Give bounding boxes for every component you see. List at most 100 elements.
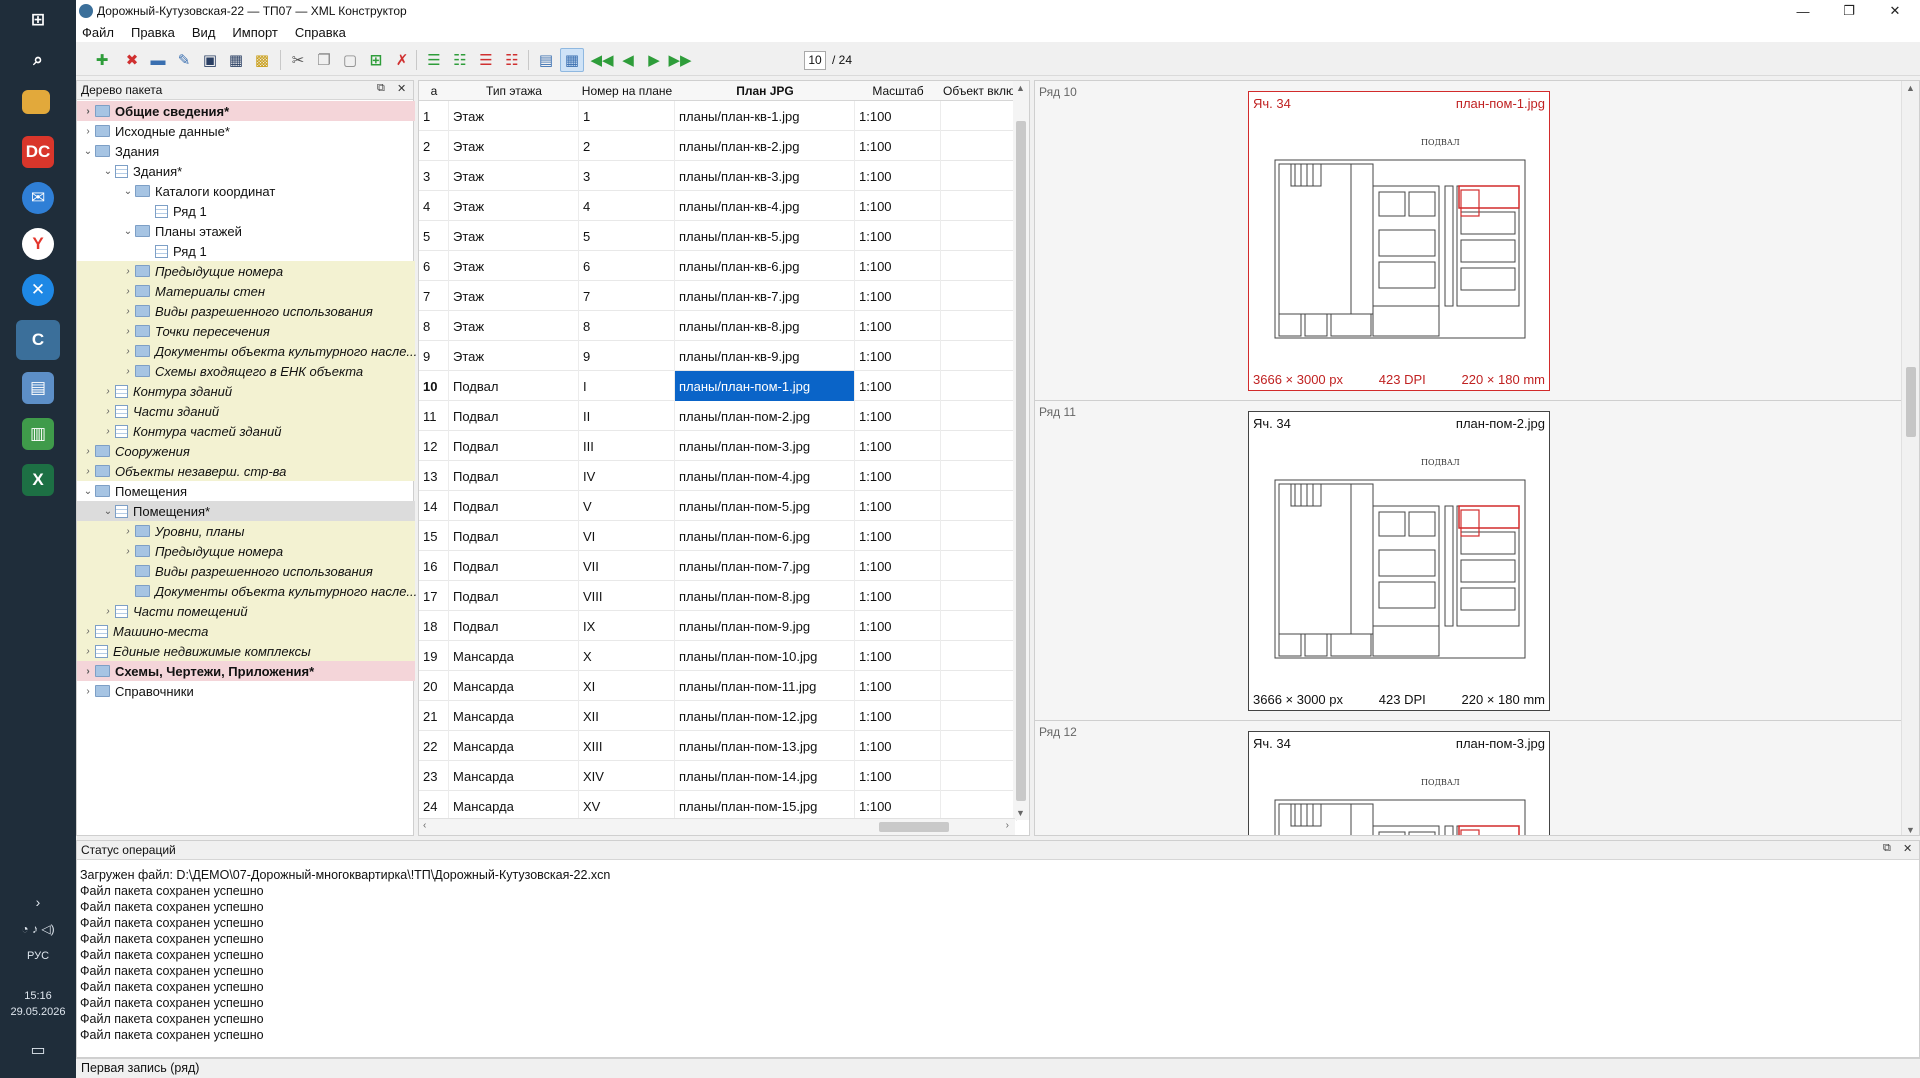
tree-item[interactable]: › Справочники bbox=[77, 681, 415, 701]
table-row[interactable]: 23 Мансарда XIV планы/план-пом-14.jpg 1:100 bbox=[419, 761, 1017, 791]
table-cell[interactable]: Подвал bbox=[449, 371, 579, 401]
column-header[interactable]: Масштаб bbox=[855, 81, 941, 101]
preview-row-cell[interactable]: Ряд 11 Яч. 34 план-пом-2.jpg ПОДВАЛ 3666 × 3… bbox=[1035, 401, 1901, 721]
table-cell[interactable]: 9 bbox=[579, 341, 675, 371]
clock-date[interactable]: 29.05.2026 bbox=[0, 1006, 76, 1018]
table-cell[interactable]: I bbox=[579, 371, 675, 401]
table-cell[interactable] bbox=[941, 581, 1017, 611]
table-cell[interactable]: планы/план-кв-6.jpg bbox=[675, 251, 855, 281]
table-cell[interactable]: 1:100 bbox=[855, 761, 941, 791]
table-cell[interactable]: Этаж bbox=[449, 341, 579, 371]
table-cell[interactable] bbox=[941, 341, 1017, 371]
chevron-right-icon[interactable]: › bbox=[121, 366, 135, 377]
table-row[interactable]: 24 Мансарда XV планы/план-пом-15.jpg 1:100 bbox=[419, 791, 1017, 821]
scroll-left-icon[interactable]: ‹ bbox=[423, 820, 426, 831]
table-cell[interactable]: 1:100 bbox=[855, 161, 941, 191]
tree-item[interactable]: › Предыдущие номера bbox=[77, 541, 415, 561]
table-cell[interactable]: планы/план-пом-7.jpg bbox=[675, 551, 855, 581]
table-cell[interactable]: 1:100 bbox=[855, 101, 941, 131]
table-cell[interactable]: VIII bbox=[579, 581, 675, 611]
table-cell[interactable] bbox=[941, 791, 1017, 821]
maximize-button[interactable]: ❐ bbox=[1826, 0, 1872, 22]
row-number[interactable]: 9 bbox=[419, 341, 449, 371]
chevron-right-icon[interactable]: › bbox=[81, 646, 95, 657]
table-cell[interactable]: 1:100 bbox=[855, 191, 941, 221]
tree-item[interactable]: › Документы объекта культурного насле... bbox=[77, 341, 417, 361]
chevron-down-icon[interactable]: ⌄ bbox=[81, 146, 95, 157]
row-number[interactable]: 22 bbox=[419, 731, 449, 761]
table-cell[interactable] bbox=[941, 161, 1017, 191]
table-row[interactable]: 8 Этаж 8 планы/план-кв-8.jpg 1:100 bbox=[419, 311, 1017, 341]
grid-hscroll-thumb[interactable] bbox=[879, 822, 949, 832]
column-header[interactable]: Номер на плане bbox=[579, 81, 675, 101]
row-number[interactable]: 2 bbox=[419, 131, 449, 161]
table-cell[interactable]: планы/план-пом-12.jpg bbox=[675, 701, 855, 731]
table-row[interactable]: 3 Этаж 3 планы/план-кв-3.jpg 1:100 bbox=[419, 161, 1017, 191]
prev-record-icon[interactable]: ◀ bbox=[616, 48, 640, 72]
close-button[interactable]: ✕ bbox=[1872, 0, 1918, 22]
table-cell[interactable]: 1:100 bbox=[855, 431, 941, 461]
table-cell[interactable] bbox=[941, 701, 1017, 731]
table-row[interactable]: 7 Этаж 7 планы/план-кв-7.jpg 1:100 bbox=[419, 281, 1017, 311]
table-cell[interactable] bbox=[941, 251, 1017, 281]
table-cell[interactable]: планы/план-пом-9.jpg bbox=[675, 611, 855, 641]
tree-item[interactable]: › Исходные данные* bbox=[77, 121, 415, 141]
notifications-icon[interactable]: ▭ bbox=[0, 1040, 76, 1060]
table-cell[interactable]: Подвал bbox=[449, 491, 579, 521]
table-cell[interactable]: планы/план-пом-6.jpg bbox=[675, 521, 855, 551]
table-cell[interactable]: Этаж bbox=[449, 161, 579, 191]
row-number[interactable]: 10 bbox=[419, 371, 449, 401]
float-panel-icon[interactable]: ⧉ bbox=[1883, 842, 1891, 855]
table-cell[interactable] bbox=[941, 431, 1017, 461]
xml-constructor-icon[interactable]: C bbox=[16, 320, 60, 360]
table-row[interactable]: 1 Этаж 1 планы/план-кв-1.jpg 1:100 bbox=[419, 101, 1017, 131]
chevron-right-icon[interactable]: › bbox=[81, 126, 95, 137]
clipboard-app-icon[interactable]: ▤ bbox=[22, 372, 54, 404]
table-cell[interactable] bbox=[941, 191, 1017, 221]
tree-item[interactable]: › Части помещений bbox=[77, 601, 415, 621]
table-row[interactable]: 13 Подвал IV планы/план-пом-4.jpg 1:100 bbox=[419, 461, 1017, 491]
table-cell[interactable] bbox=[941, 671, 1017, 701]
table-row[interactable]: 16 Подвал VII планы/план-пом-7.jpg 1:100 bbox=[419, 551, 1017, 581]
row-number[interactable]: 13 bbox=[419, 461, 449, 491]
table-cell[interactable]: 4 bbox=[579, 191, 675, 221]
table-cell[interactable]: планы/план-кв-3.jpg bbox=[675, 161, 855, 191]
table-cell[interactable]: 8 bbox=[579, 311, 675, 341]
table-cell[interactable]: планы/план-кв-1.jpg bbox=[675, 101, 855, 131]
tree-item[interactable]: ⌄ Здания* bbox=[77, 161, 415, 181]
table-cell[interactable] bbox=[941, 731, 1017, 761]
language-indicator[interactable]: РУС bbox=[0, 950, 76, 962]
close-file-icon[interactable]: ✖ bbox=[120, 48, 144, 72]
table-cell[interactable]: V bbox=[579, 491, 675, 521]
table-cell[interactable]: Мансарда bbox=[449, 761, 579, 791]
next-record-icon[interactable]: ▶ bbox=[642, 48, 666, 72]
insert-row-below-icon[interactable]: ☷ bbox=[448, 48, 472, 72]
table-cell[interactable]: планы/план-кв-8.jpg bbox=[675, 311, 855, 341]
row-number[interactable]: 21 bbox=[419, 701, 449, 731]
table-cell[interactable]: Мансарда bbox=[449, 701, 579, 731]
table-cell[interactable]: Подвал bbox=[449, 401, 579, 431]
table-cell[interactable] bbox=[941, 551, 1017, 581]
table-cell[interactable] bbox=[941, 641, 1017, 671]
chevron-right-icon[interactable]: › bbox=[81, 446, 95, 457]
chevron-down-icon[interactable]: ⌄ bbox=[121, 186, 135, 197]
row-number[interactable]: 3 bbox=[419, 161, 449, 191]
table-cell[interactable]: Этаж bbox=[449, 251, 579, 281]
table-cell[interactable]: планы/план-пом-2.jpg bbox=[675, 401, 855, 431]
tree-item[interactable]: ⌄ Планы этажей bbox=[77, 221, 415, 241]
chevron-down-icon[interactable]: ⌄ bbox=[101, 506, 115, 517]
scroll-right-icon[interactable]: › bbox=[1006, 820, 1009, 831]
row-number[interactable]: 16 bbox=[419, 551, 449, 581]
table-cell[interactable]: XV bbox=[579, 791, 675, 821]
table-cell[interactable]: 1:100 bbox=[855, 791, 941, 821]
column-header[interactable]: Объект вклю bbox=[941, 81, 1017, 101]
table-cell[interactable]: VII bbox=[579, 551, 675, 581]
table-cell[interactable]: планы/план-пом-3.jpg bbox=[675, 431, 855, 461]
thunderbird-icon[interactable]: ✉ bbox=[22, 182, 54, 214]
row-number[interactable]: 23 bbox=[419, 761, 449, 791]
table-cell[interactable] bbox=[941, 371, 1017, 401]
row-number[interactable]: 1 bbox=[419, 101, 449, 131]
clock-time[interactable]: 15:16 bbox=[0, 990, 76, 1002]
table-cell[interactable]: 1:100 bbox=[855, 311, 941, 341]
chevron-right-icon[interactable]: › bbox=[81, 686, 95, 697]
